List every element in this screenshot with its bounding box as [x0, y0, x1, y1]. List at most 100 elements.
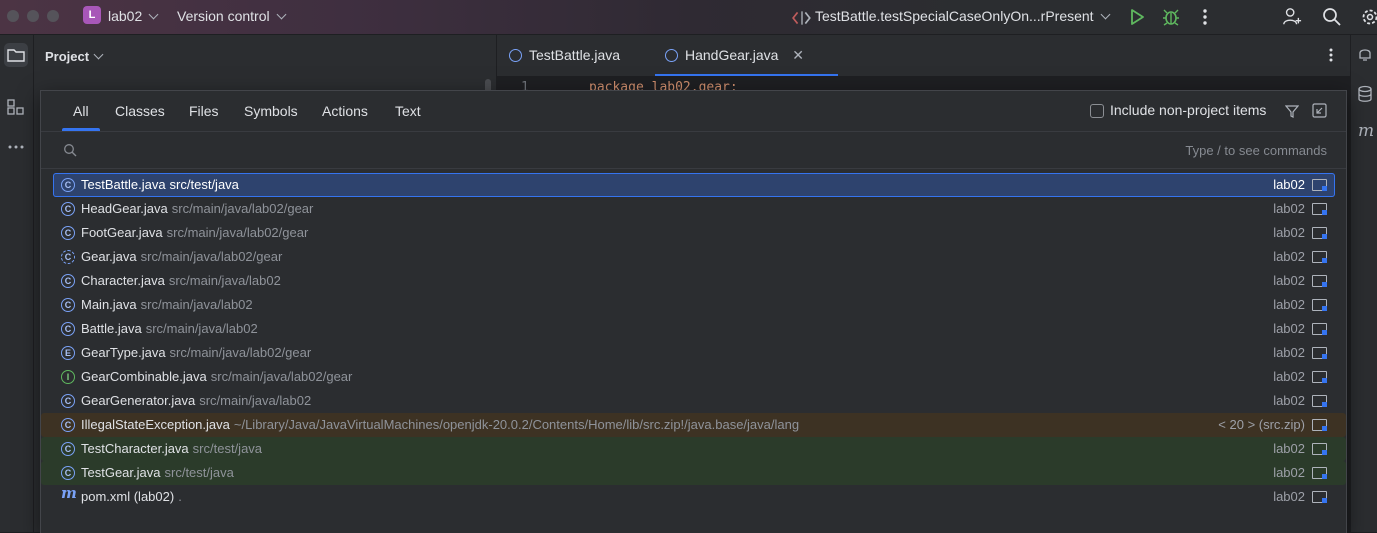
result-row[interactable]: C TestBattle.java src/test/java lab02	[53, 173, 1335, 197]
result-row[interactable]: C TestGear.java src/test/java lab02	[41, 461, 1346, 485]
tab-symbols[interactable]: Symbols	[244, 91, 298, 131]
notifications-bell-icon[interactable]	[1356, 45, 1374, 63]
class-icon: C	[61, 274, 75, 288]
result-file-name: GearGenerator.java	[81, 393, 196, 408]
close-tab-icon[interactable]: ✕	[792, 47, 804, 63]
minimize-window-icon[interactable]	[27, 10, 39, 22]
more-actions-icon[interactable]	[1195, 7, 1215, 27]
class-icon: C	[61, 202, 75, 216]
editor-tab-bar: TestBattle.java HandGear.java ✕	[497, 35, 1350, 77]
result-row[interactable]: C TestCharacter.java src/test/java lab02	[41, 437, 1346, 461]
open-in-find-window-icon[interactable]	[1312, 103, 1327, 118]
chevron-down-icon	[276, 9, 287, 20]
result-row[interactable]: C IllegalStateException.java ~/Library/Jav…	[41, 413, 1346, 437]
class-icon: C	[61, 394, 75, 408]
right-tool-strip: m	[1350, 35, 1377, 532]
project-panel-title: Project	[45, 49, 90, 64]
result-row[interactable]: I GearCombinable.java src/main/java/lab02/…	[53, 365, 1335, 389]
version-control-menu[interactable]: Version control	[177, 8, 287, 24]
result-file-name: GearCombinable.java	[81, 369, 207, 384]
maven-icon[interactable]: m	[1358, 121, 1374, 141]
project-badge: L	[83, 6, 101, 24]
result-path: src/main/java/lab02	[168, 273, 281, 288]
module-folder-icon	[1312, 203, 1327, 215]
close-window-icon[interactable]	[7, 10, 19, 22]
tab-classes[interactable]: Classes	[115, 91, 165, 131]
tab-label: TestBattle.java	[529, 47, 621, 63]
result-path: src/main/java/lab02/gear	[171, 201, 314, 216]
result-module: lab02	[1273, 177, 1305, 192]
structure-icon	[7, 99, 24, 115]
result-row[interactable]: C GearGenerator.java src/main/java/lab02 la…	[53, 389, 1335, 413]
result-file-name: Main.java	[81, 297, 137, 312]
tab-testbattle[interactable]: TestBattle.java	[509, 35, 620, 76]
database-icon[interactable]	[1356, 85, 1374, 103]
tab-all[interactable]: All	[62, 91, 99, 131]
search-icon	[64, 144, 77, 157]
tab-label: HandGear.java	[685, 47, 779, 63]
tab-files[interactable]: Files	[189, 91, 219, 131]
more-tool-windows-button[interactable]	[4, 135, 28, 159]
project-panel-header[interactable]: Project	[45, 49, 104, 64]
abstract-icon: C	[61, 250, 75, 264]
run-icon[interactable]	[1127, 7, 1147, 27]
tab-actions[interactable]: Actions	[322, 91, 368, 131]
run-configuration-selector[interactable]: TestBattle.testSpecialCaseOnlyOn...rPres…	[815, 8, 1111, 24]
result-row[interactable]: m pom.xml (lab02). lab02	[53, 485, 1335, 509]
result-name: GearGenerator.java src/main/java/lab02	[81, 389, 311, 413]
chevron-down-icon	[148, 9, 159, 20]
include-non-project-label[interactable]: Include non-project items	[1110, 102, 1266, 118]
result-file-name: IllegalStateException.java	[81, 417, 230, 432]
structure-tool-button[interactable]	[4, 95, 28, 119]
result-row[interactable]: C Main.java src/main/java/lab02 lab02	[53, 293, 1335, 317]
result-path: .	[178, 489, 182, 504]
tab-handgear[interactable]: HandGear.java ✕	[654, 35, 839, 76]
module-folder-icon	[1312, 299, 1327, 311]
result-row[interactable]: C Character.java src/main/java/lab02 lab02	[53, 269, 1335, 293]
search-icon[interactable]	[1322, 7, 1342, 27]
class-icon: C	[61, 226, 75, 240]
result-row[interactable]: C Battle.java src/main/java/lab02 lab02	[53, 317, 1335, 341]
result-module: lab02	[1273, 441, 1305, 456]
result-path: src/main/java/lab02/gear	[210, 369, 353, 384]
result-name: TestCharacter.java src/test/java	[81, 437, 262, 461]
result-row[interactable]: C Gear.java src/main/java/lab02/gear lab02	[53, 245, 1335, 269]
result-row[interactable]: E GearType.java src/main/java/lab02/gear la…	[53, 341, 1335, 365]
search-hint: Type / to see commands	[1185, 143, 1327, 158]
module-folder-icon	[1312, 419, 1327, 431]
result-row[interactable]: C HeadGear.java src/main/java/lab02/gear la…	[53, 197, 1335, 221]
search-input[interactable]	[83, 138, 1087, 164]
add-user-icon[interactable]	[1282, 7, 1302, 27]
result-name: Gear.java src/main/java/lab02/gear	[81, 245, 282, 269]
include-non-project-checkbox[interactable]	[1090, 104, 1104, 118]
project-tool-button[interactable]	[4, 43, 28, 67]
search-everywhere-popup: All Classes Files Symbols Actions Text I…	[40, 90, 1347, 533]
tab-actions-icon[interactable]	[1323, 47, 1339, 63]
result-name: Character.java src/main/java/lab02	[81, 269, 281, 293]
debug-icon[interactable]	[1161, 7, 1181, 27]
class-icon: C	[61, 178, 75, 192]
search-scope-tabs: All Classes Files Symbols Actions Text I…	[41, 91, 1346, 132]
class-icon	[509, 48, 522, 62]
result-path: ~/Library/Java/JavaVirtualMachines/openj…	[233, 417, 800, 432]
result-name: pom.xml (lab02).	[81, 485, 182, 509]
module-folder-icon	[1312, 443, 1327, 455]
interface-icon: I	[61, 370, 75, 384]
result-name: HeadGear.java src/main/java/lab02/gear	[81, 197, 313, 221]
result-path: src/main/java/lab02	[199, 393, 312, 408]
settings-gear-icon[interactable]	[1360, 7, 1377, 27]
result-path: src/test/java	[164, 465, 234, 480]
result-name: GearCombinable.java src/main/java/lab02/g…	[81, 365, 352, 389]
result-file-name: TestBattle.java	[81, 177, 166, 192]
run-config-icon	[792, 11, 811, 25]
result-path: src/main/java/lab02/gear	[166, 225, 309, 240]
result-row[interactable]: C FootGear.java src/main/java/lab02/gear la…	[53, 221, 1335, 245]
result-module: lab02	[1273, 201, 1305, 216]
class-icon: C	[61, 322, 75, 336]
filter-icon[interactable]	[1285, 104, 1299, 118]
tab-text[interactable]: Text	[395, 91, 421, 131]
result-name: Main.java src/main/java/lab02	[81, 293, 253, 317]
result-name: TestBattle.java src/test/java	[81, 173, 239, 197]
result-module: lab02	[1273, 249, 1305, 264]
maximize-window-icon[interactable]	[47, 10, 59, 22]
